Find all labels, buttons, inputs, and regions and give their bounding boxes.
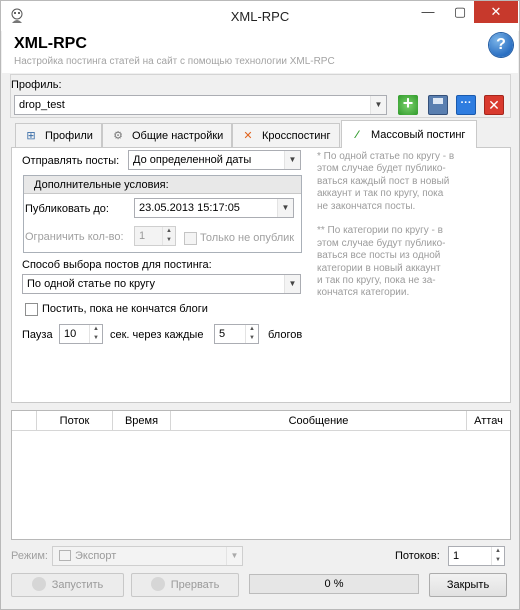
profile-value: drop_test (19, 99, 65, 111)
stop-button[interactable]: Прервать (131, 573, 239, 597)
tab-profiles[interactable]: ⊞ Профили (15, 123, 102, 147)
play-icon (31, 577, 46, 591)
close-button[interactable]: Закрыть (429, 573, 507, 597)
chevron-down-icon: ▼ (277, 199, 293, 217)
app-window: XML-RPC — ▢ ✕ XML-RPC Настройка постинга… (0, 0, 520, 610)
blogs-label: блогов (268, 329, 303, 341)
post-until-blogs-label: Постить, пока не кончатся блоги (42, 303, 208, 315)
chevron-down-icon: ▼ (370, 96, 386, 114)
tab-general-settings[interactable]: ⚙ Общие настройки (102, 123, 232, 147)
col-attach[interactable]: Аттач (466, 411, 510, 431)
sec-every-label: сек. через каждые (110, 329, 204, 341)
minimize-button[interactable]: — (412, 1, 444, 23)
stepper-arrows-icon: ▲ ▼ (162, 227, 175, 245)
col-time[interactable]: Время (112, 411, 170, 431)
start-button[interactable]: Запустить (11, 573, 124, 597)
col-message[interactable]: Сообщение (170, 411, 466, 431)
chevron-down-icon: ▼ (226, 547, 242, 565)
limit-count-stepper[interactable]: 1 ▲ ▼ (134, 226, 176, 246)
title-bar: XML-RPC — ▢ ✕ (1, 1, 519, 31)
tab-crossposting[interactable]: ✕ Кросспостинг (232, 123, 340, 147)
log-table[interactable]: Поток Время Сообщение Аттач (11, 410, 511, 540)
only-unpublished-checkbox[interactable] (184, 232, 197, 245)
page-subtitle: Настройка постинга статей на сайт с помо… (14, 56, 335, 67)
help-icon[interactable]: ? (489, 33, 513, 57)
page-title: XML-RPC (14, 35, 87, 52)
magic-wand-icon: ⁄ (356, 129, 358, 141)
add-profile-button[interactable] (398, 93, 418, 115)
send-posts-label: Отправлять посты: (22, 155, 120, 167)
stepper-arrows-icon: ▲ ▼ (491, 547, 504, 565)
limit-count-label: Ограничить кол-во: (25, 231, 124, 243)
more-options-button[interactable]: ··· (456, 95, 476, 115)
send-posts-select[interactable]: До определенной даты ▼ (128, 150, 301, 170)
help-note: * По одной статье по кругу - в этом случ… (317, 151, 455, 299)
extra-conditions-title: Дополнительные условия: (34, 179, 169, 191)
progress-text: 0 % (324, 578, 344, 590)
publish-until-datetime[interactable]: 23.05.2013 15:17:05 ▼ (134, 198, 294, 218)
threads-stepper[interactable]: 1 ▲ ▼ (448, 546, 505, 566)
save-profile-button[interactable] (428, 95, 448, 115)
maximize-button[interactable]: ▢ (444, 1, 476, 23)
header: XML-RPC Настройка постинга статей на сай… (2, 31, 518, 73)
publish-until-label: Публиковать до: (25, 203, 109, 215)
profile-select[interactable]: drop_test ▼ (14, 95, 387, 115)
delete-profile-button[interactable]: ✕ (484, 95, 504, 115)
chevron-down-icon: ▼ (284, 151, 300, 169)
mode-label: Режим: (11, 550, 48, 562)
selection-method-select[interactable]: По одной статье по кругу ▼ (22, 274, 301, 294)
threads-label: Потоков: (395, 550, 440, 562)
tab-mass-posting[interactable]: ⁄ Массовый постинг (341, 120, 477, 148)
chevron-down-icon: ▼ (284, 275, 300, 293)
stop-icon (150, 577, 165, 591)
col-thread[interactable]: Поток (36, 411, 112, 431)
pause-stepper[interactable]: 10 ▲ ▼ (59, 324, 103, 344)
post-until-blogs-checkbox[interactable] (25, 303, 38, 316)
pause-label: Пауза (22, 329, 53, 341)
profile-label: Профиль: (11, 79, 62, 91)
stepper-arrows-icon: ▲ ▼ (89, 325, 102, 343)
selection-method-label: Способ выбора постов для постинга: (22, 259, 212, 271)
export-icon (59, 550, 71, 561)
progress-bar: 0 % (249, 574, 419, 594)
cross-arrows-icon: ✕ (243, 130, 253, 142)
close-window-button[interactable]: ✕ (474, 1, 518, 23)
mode-select[interactable]: Экспорт ▼ (52, 546, 243, 566)
log-table-header: Поток Время Сообщение Аттач (12, 411, 510, 431)
gear-icon: ⚙ (113, 130, 123, 142)
col-index[interactable] (12, 411, 36, 431)
sitemap-icon: ⊞ (26, 130, 36, 142)
stepper-arrows-icon: ▲ ▼ (245, 325, 258, 343)
only-unpublished-label: Только не опублик (200, 232, 295, 244)
blogs-count-stepper[interactable]: 5 ▲ ▼ (214, 324, 259, 344)
